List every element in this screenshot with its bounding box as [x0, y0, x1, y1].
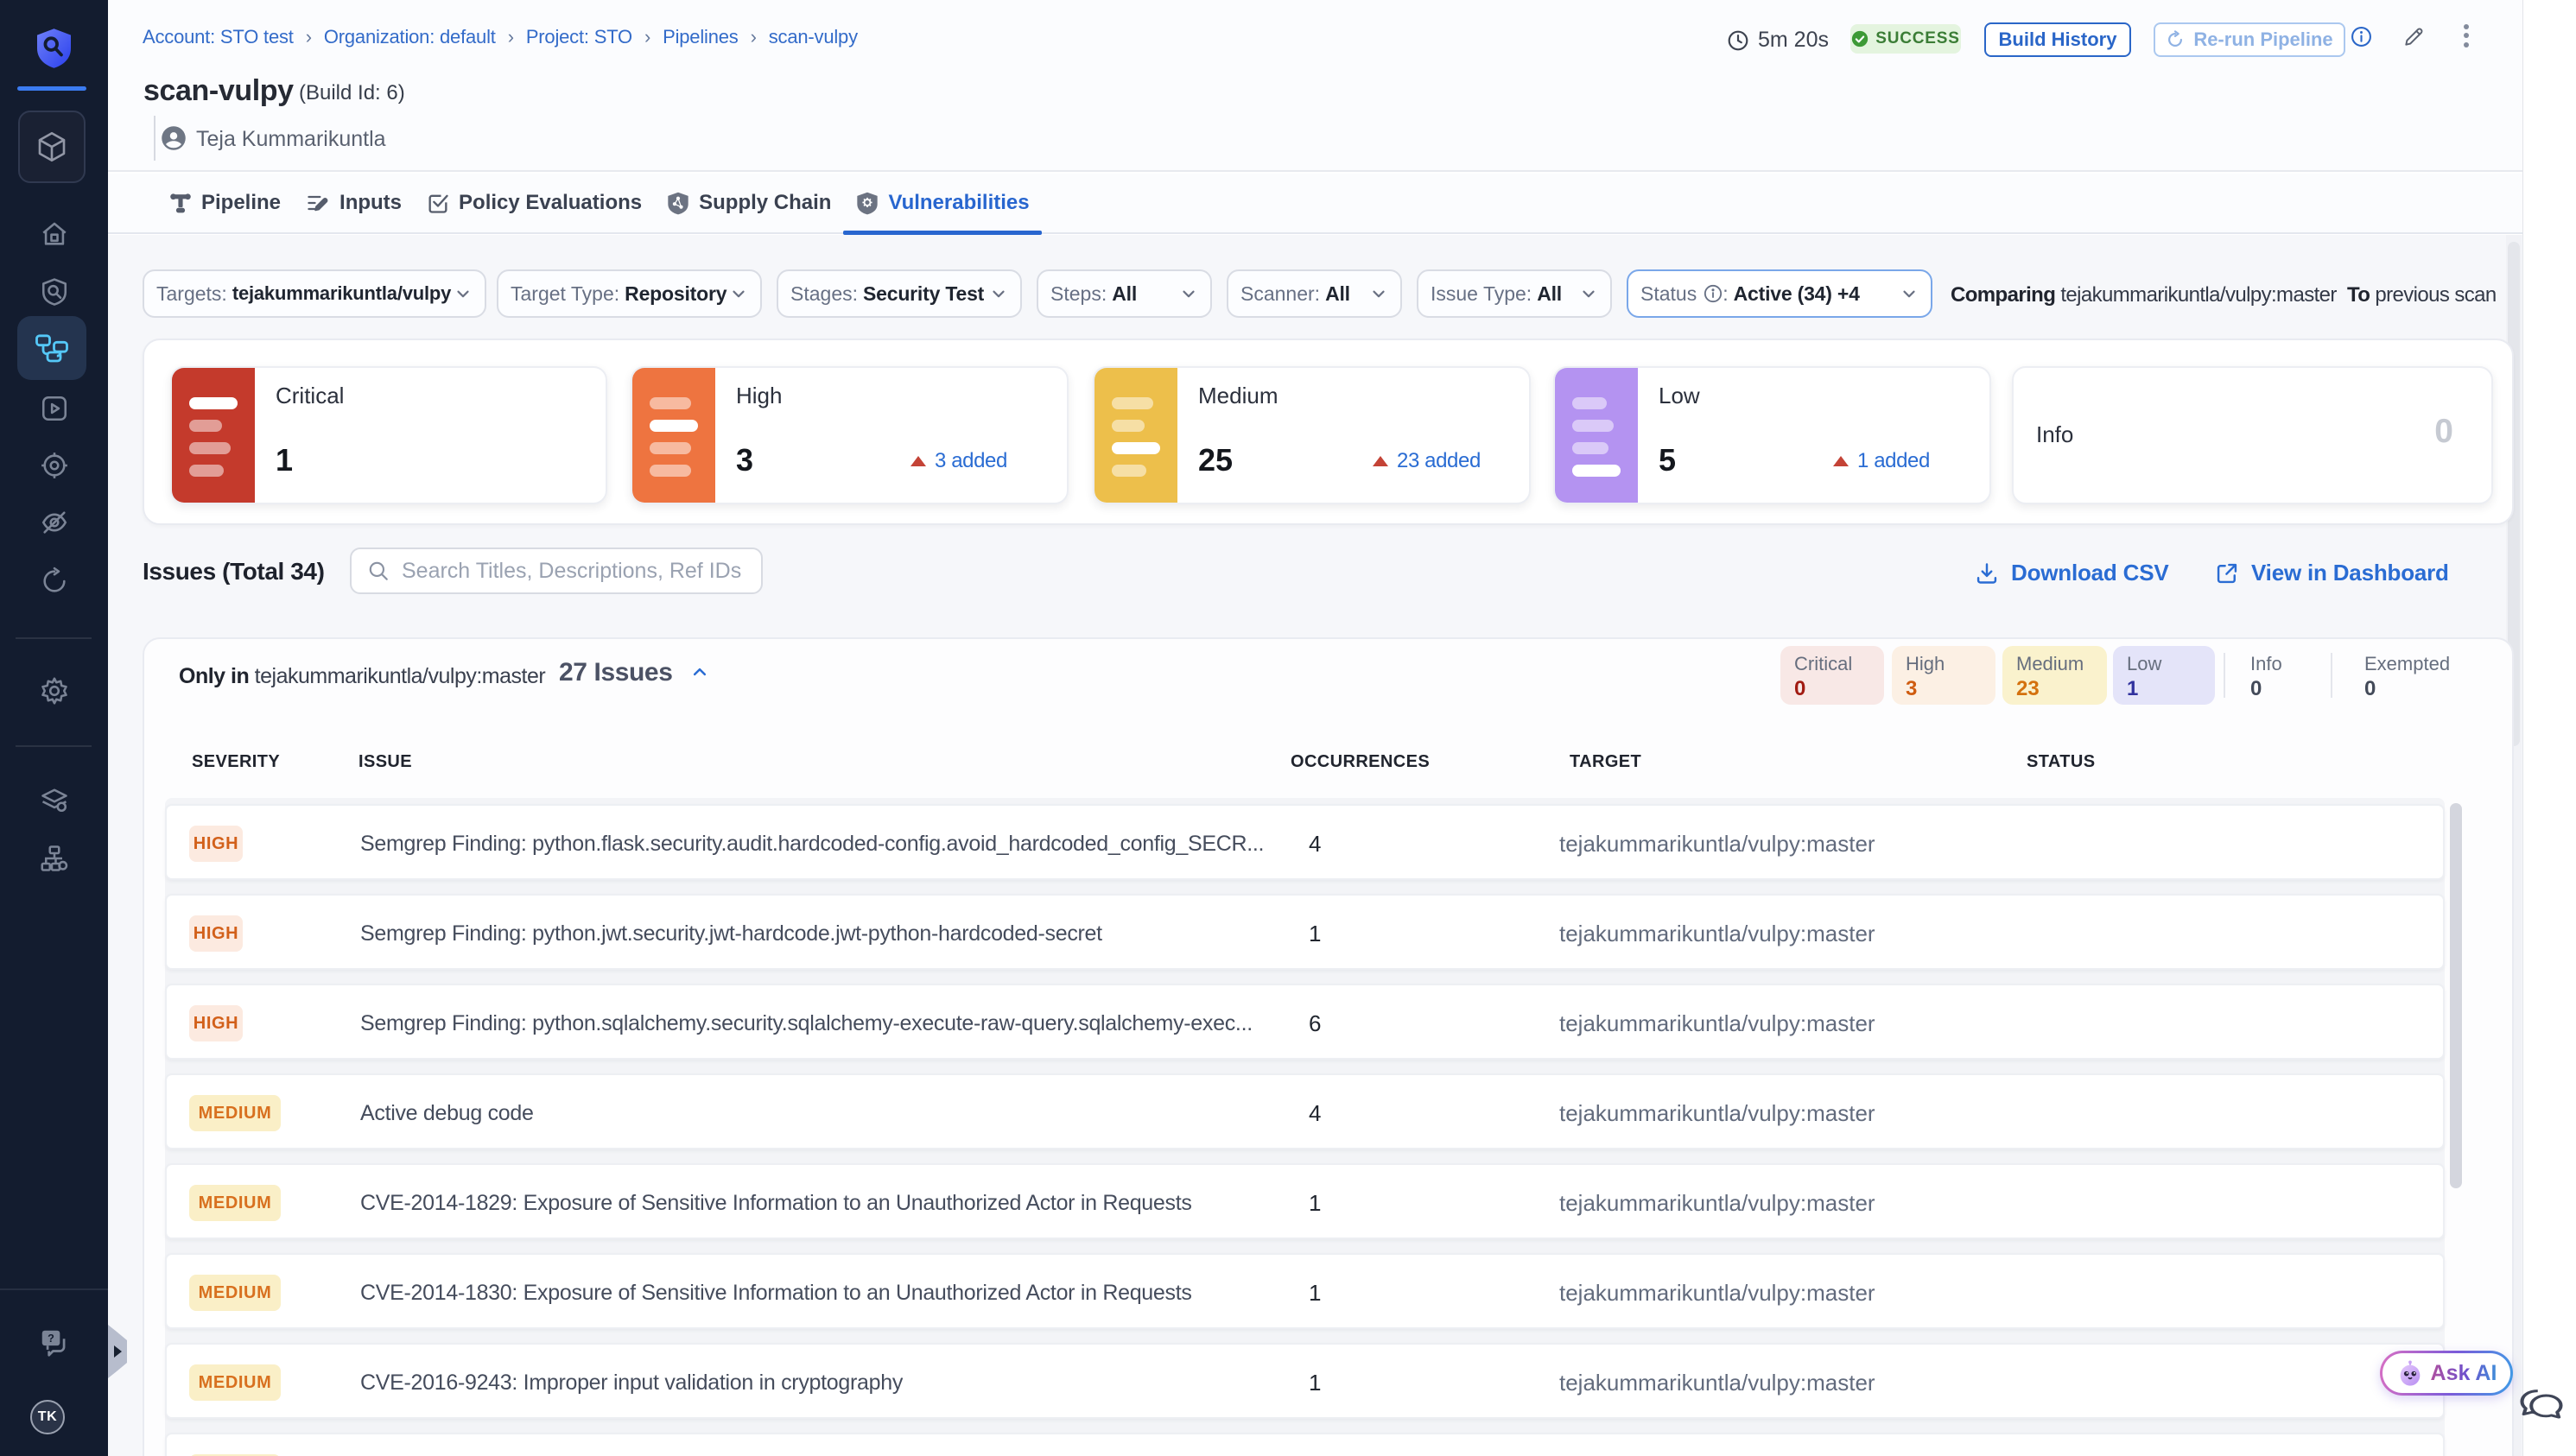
svg-text:?: ? [48, 1333, 54, 1345]
